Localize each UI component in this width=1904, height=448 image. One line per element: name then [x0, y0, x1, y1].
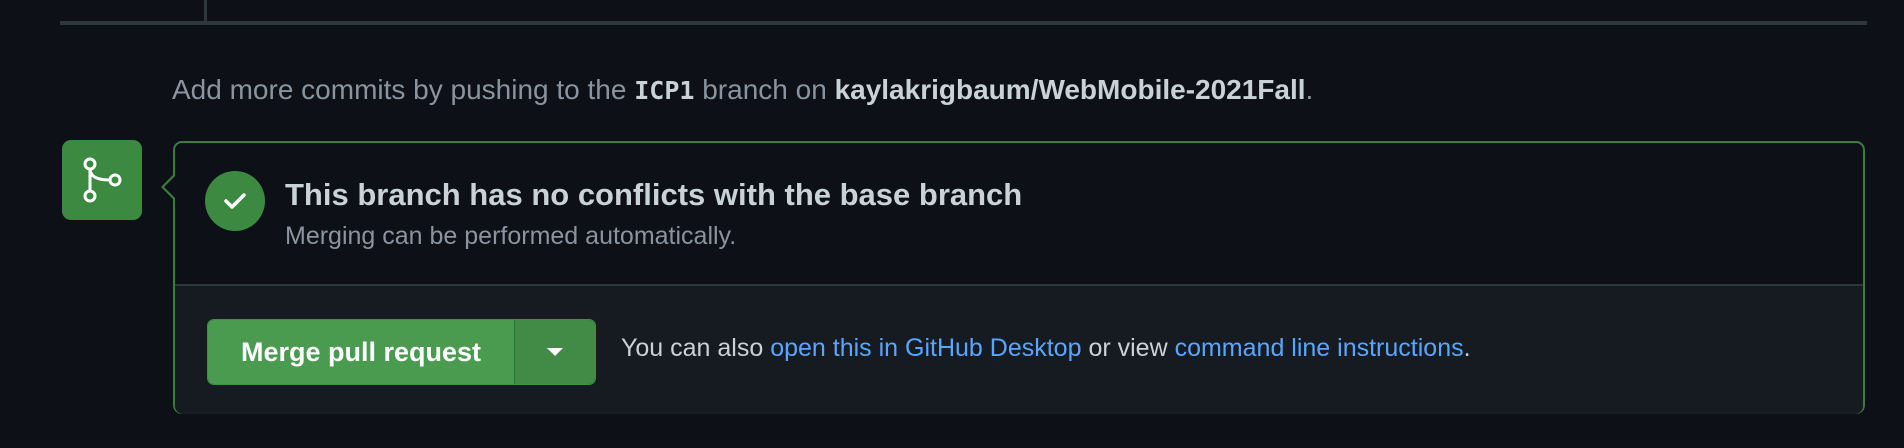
- merge-status: This branch has no conflicts with the ba…: [175, 143, 1863, 286]
- push-hint-prefix: Add more commits by pushing to the: [172, 74, 627, 105]
- timeline-connector: [204, 0, 207, 22]
- git-branch-icon: [62, 140, 142, 220]
- triangle-down-icon: [547, 348, 564, 356]
- merge-box-pointer: [161, 173, 176, 201]
- alt-text-end: .: [1463, 334, 1471, 362]
- merge-status-subtitle: Merging can be performed automatically.: [285, 222, 737, 250]
- timeline-divider: [60, 21, 1867, 25]
- merge-pull-request-button[interactable]: Merge pull request: [208, 320, 516, 384]
- push-hint: Add more commits by pushing to the ICP1 …: [172, 70, 1313, 111]
- push-hint-middle: branch on: [702, 74, 827, 105]
- alternative-options: You can also open this in GitHub Desktop…: [621, 334, 1471, 363]
- merge-method-dropdown[interactable]: [515, 320, 596, 384]
- merge-button-group: Merge pull request: [207, 319, 597, 385]
- push-hint-suffix: .: [1305, 74, 1314, 105]
- merge-status-title: This branch has no conflicts with the ba…: [285, 177, 1023, 212]
- pr-merge-panel: Add more commits by pushing to the ICP1 …: [0, 0, 1904, 448]
- check-icon: [205, 171, 265, 231]
- merge-box: This branch has no conflicts with the ba…: [161, 141, 1865, 414]
- repo-name: kaylakrigbaum/WebMobile-2021Fall: [834, 74, 1306, 105]
- github-desktop-link[interactable]: open this in GitHub Desktop: [770, 334, 1081, 362]
- also-text: You can also: [621, 334, 764, 362]
- branch-name: ICP1: [634, 76, 695, 105]
- or-view-text: or view: [1088, 334, 1168, 362]
- merge-actions: Merge pull request You can also open thi…: [175, 286, 1863, 414]
- command-line-instructions-link[interactable]: command line instructions: [1175, 334, 1464, 362]
